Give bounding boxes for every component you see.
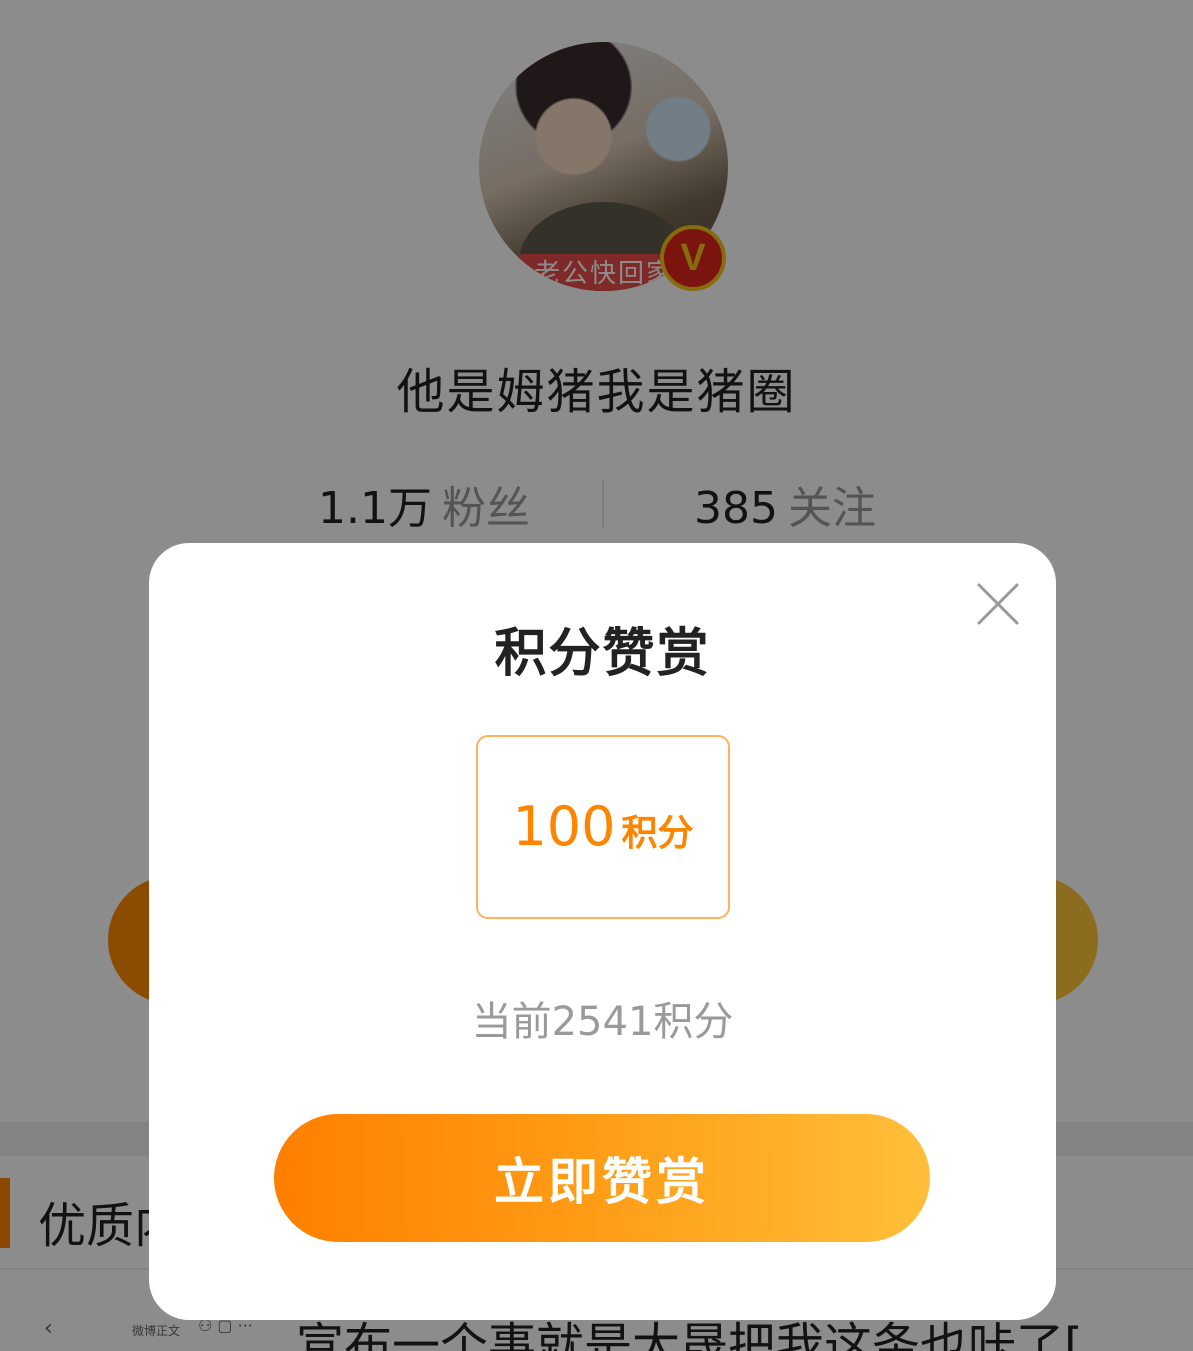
points-amount-option[interactable]: 100 积分 xyxy=(476,735,730,919)
amount-number: 100 xyxy=(512,795,616,858)
points-balance: 当前2541积分 xyxy=(471,999,734,1045)
points-tip-dialog: 积分赞赏 100 积分 当前2541积分 立即赞赏 xyxy=(149,543,1056,1320)
tip-now-button[interactable]: 立即赞赏 xyxy=(274,1114,930,1242)
dialog-title: 积分赞赏 xyxy=(494,624,711,684)
amount-unit: 积分 xyxy=(621,813,694,854)
amount-value: 100 积分 xyxy=(478,795,728,858)
profile-page: 老公快回家 V 他是姆猪我是猪圈 1.1万 粉丝 385 关注 优质内容 ‹ 微博正… xyxy=(0,0,1193,1351)
